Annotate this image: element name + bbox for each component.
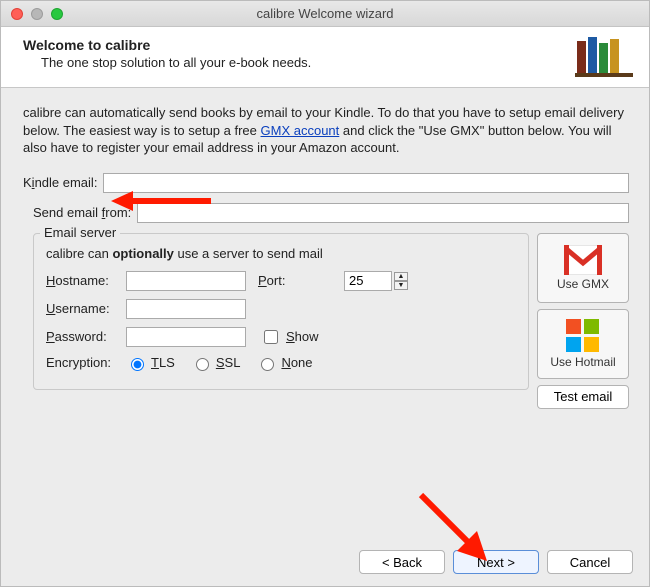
gmx-account-link[interactable]: GMX account — [261, 123, 340, 138]
encryption-label: Encryption: — [46, 355, 126, 370]
show-password-label: Show — [286, 329, 319, 344]
use-hotmail-label: Use Hotmail — [550, 355, 615, 369]
intro-text: calibre can automatically send books by … — [23, 104, 629, 157]
use-hotmail-button[interactable]: Use Hotmail — [537, 309, 629, 379]
cancel-button[interactable]: Cancel — [547, 550, 633, 574]
email-server-fieldset: Email server calibre can optionally use … — [33, 233, 529, 390]
show-password-checkbox[interactable] — [264, 330, 278, 344]
encryption-none-radio[interactable] — [261, 358, 274, 371]
send-from-input[interactable] — [137, 203, 629, 223]
titlebar: calibre Welcome wizard — [1, 1, 649, 27]
port-input[interactable] — [344, 271, 392, 291]
hostname-label: Hostname: — [46, 273, 126, 288]
test-email-button[interactable]: Test email — [537, 385, 629, 409]
wizard-header: Welcome to calibre The one stop solution… — [1, 27, 649, 88]
username-label: Username: — [46, 301, 126, 316]
encryption-ssl-radio[interactable] — [196, 358, 209, 371]
send-from-label: Send email from: — [33, 205, 131, 220]
gmail-icon — [564, 245, 602, 275]
windows-icon — [566, 319, 600, 353]
port-step-down[interactable]: ▼ — [394, 281, 408, 290]
encryption-tls-label: TLS — [151, 355, 175, 370]
encryption-ssl-label: SSL — [216, 355, 241, 370]
kindle-email-input[interactable] — [103, 173, 629, 193]
port-label: Port: — [258, 273, 338, 288]
page-title: Welcome to calibre — [23, 37, 575, 53]
email-server-legend: Email server — [40, 225, 120, 240]
back-button[interactable]: < Back — [359, 550, 445, 574]
calibre-logo — [575, 37, 633, 77]
hostname-input[interactable] — [126, 271, 246, 291]
window-title: calibre Welcome wizard — [1, 6, 649, 21]
kindle-email-label: Kindle email: — [23, 175, 97, 190]
page-subtitle: The one stop solution to all your e-book… — [41, 55, 575, 70]
username-input[interactable] — [126, 299, 246, 319]
encryption-tls-radio[interactable] — [131, 358, 144, 371]
encryption-none-label: None — [281, 355, 312, 370]
port-step-up[interactable]: ▲ — [394, 272, 408, 281]
use-gmx-label: Use GMX — [557, 277, 609, 291]
next-button[interactable]: Next > — [453, 550, 539, 574]
password-label: Password: — [46, 329, 126, 344]
use-gmx-button[interactable]: Use GMX — [537, 233, 629, 303]
wizard-footer: < Back Next > Cancel — [359, 550, 633, 574]
password-input[interactable] — [126, 327, 246, 347]
server-note: calibre can optionally use a server to s… — [46, 246, 516, 261]
